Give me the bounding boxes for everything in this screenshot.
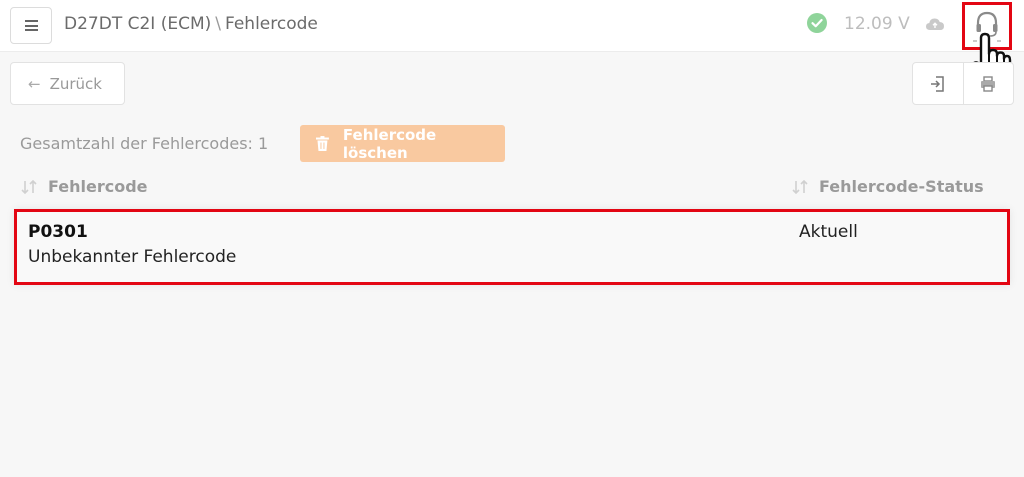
column-header-status-label: Fehlercode-Status bbox=[819, 177, 984, 196]
fault-code-panel bbox=[10, 115, 1014, 477]
delete-fault-codes-button[interactable]: Fehlercode löschen bbox=[300, 125, 505, 162]
export-icon bbox=[930, 75, 944, 92]
top-bar: D27DT C2I (ECM) \ Fehlercode 12.09 V bbox=[0, 0, 1024, 52]
back-button-label: Zurück bbox=[49, 74, 102, 93]
printer-icon bbox=[981, 75, 996, 92]
sort-icon bbox=[792, 179, 808, 194]
battery-voltage: 12.09 V bbox=[844, 14, 910, 34]
column-header-code[interactable]: Fehlercode bbox=[20, 177, 148, 196]
trash-icon bbox=[316, 136, 329, 151]
breadcrumb-page: Fehlercode bbox=[224, 14, 318, 34]
arrow-left-icon: ← bbox=[28, 74, 41, 93]
cloud-icon bbox=[926, 18, 944, 30]
action-button-group bbox=[912, 62, 1014, 105]
total-fault-count: Gesamtzahl der Fehlercodes: 1 bbox=[20, 134, 269, 153]
breadcrumb: D27DT C2I (ECM) \ Fehlercode bbox=[64, 14, 318, 36]
fault-code: P0301 bbox=[28, 222, 88, 242]
back-button[interactable]: ← Zurück bbox=[10, 62, 125, 105]
fault-status: Aktuell bbox=[799, 222, 858, 242]
breadcrumb-separator: \ bbox=[215, 14, 221, 34]
breadcrumb-module[interactable]: D27DT C2I (ECM) bbox=[64, 14, 211, 34]
fault-description: Unbekannter Fehlercode bbox=[28, 247, 237, 267]
hamburger-icon bbox=[24, 20, 38, 31]
column-header-status[interactable]: Fehlercode-Status bbox=[791, 177, 984, 196]
export-button[interactable] bbox=[913, 63, 963, 104]
column-header-code-label: Fehlercode bbox=[48, 177, 148, 196]
print-button[interactable] bbox=[962, 63, 1013, 104]
delete-button-label: Fehlercode löschen bbox=[342, 125, 437, 162]
menu-button[interactable] bbox=[10, 7, 52, 44]
connection-ok-icon bbox=[807, 13, 827, 33]
sort-icon bbox=[21, 179, 37, 194]
